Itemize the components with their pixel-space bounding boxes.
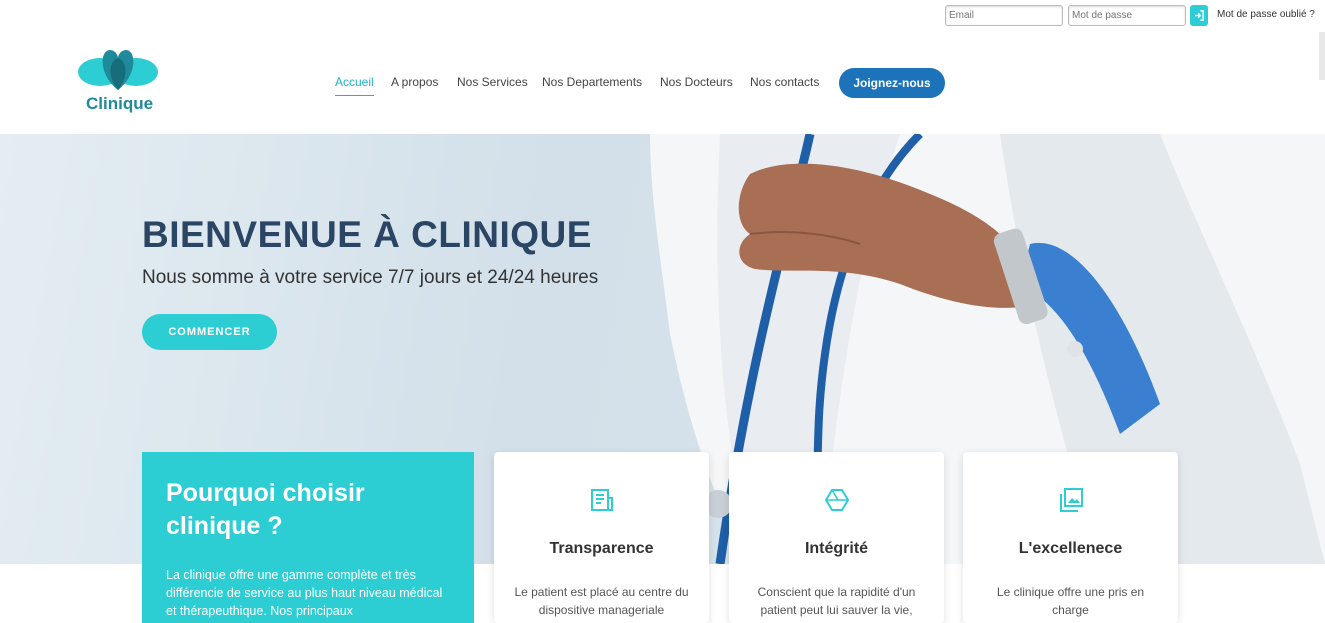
card-text: Le patient est placé au centre du dispos…	[514, 585, 689, 617]
hero-subtitle: Nous somme à votre service 7/7 jours et …	[142, 267, 599, 288]
login-button[interactable]	[1190, 5, 1208, 26]
forgot-password-link[interactable]: Mot de passe oublié ?	[1217, 9, 1315, 20]
start-button[interactable]: COMMENCER	[142, 314, 277, 350]
nav-item-nos-docteurs[interactable]: Nos Docteurs	[660, 75, 733, 89]
card-title: L'excellenece	[1018, 540, 1123, 557]
login-bar: Mot de passe oublié ?	[0, 0, 1325, 32]
scrollbar[interactable]	[1319, 32, 1325, 80]
nav-item-nos-contacts[interactable]: Nos contacts	[750, 75, 819, 89]
card-title: Transparence	[549, 540, 654, 557]
why-choose-panel: Pourquoi choisir clinique ? La clinique …	[142, 452, 474, 623]
card-text: Le clinique offre une pris en charge	[996, 585, 1145, 617]
site-header: Clinique Accueil A propos Nos Services N…	[0, 32, 1325, 134]
nav-item-nos-departements[interactable]: Nos Departements	[542, 75, 642, 89]
card-title: Intégrité	[804, 540, 869, 557]
sign-in-icon	[1194, 10, 1204, 21]
why-choose-text: La clinique offre une gamme complète et …	[166, 568, 443, 618]
nav-item-accueil[interactable]: Accueil	[335, 75, 374, 96]
why-choose-title: Pourquoi choisir clinique ?	[166, 479, 365, 540]
nav-item-a-propos[interactable]: A propos	[391, 75, 438, 89]
nav-item-nos-services[interactable]: Nos Services	[457, 75, 528, 89]
gallery-icon	[1059, 488, 1083, 512]
document-icon	[590, 489, 613, 511]
logo-text: Clinique	[86, 94, 154, 113]
password-field[interactable]	[1068, 5, 1186, 26]
feature-card-excellence: L'excellenece Le clinique offre une pris…	[963, 452, 1178, 623]
hero-title: BIENVENUE À CLINIQUE	[142, 214, 592, 255]
feature-card-integrite: Intégrité Conscient que la rapidité d'un…	[729, 452, 944, 623]
feature-card-transparence: Transparence Le patient est placé au cen…	[494, 452, 709, 623]
card-text: Conscient que la rapidité d'un patient p…	[757, 585, 916, 617]
join-button[interactable]: Joignez-nous	[839, 68, 945, 98]
email-field[interactable]	[945, 5, 1063, 26]
hexagon-icon	[824, 489, 849, 511]
